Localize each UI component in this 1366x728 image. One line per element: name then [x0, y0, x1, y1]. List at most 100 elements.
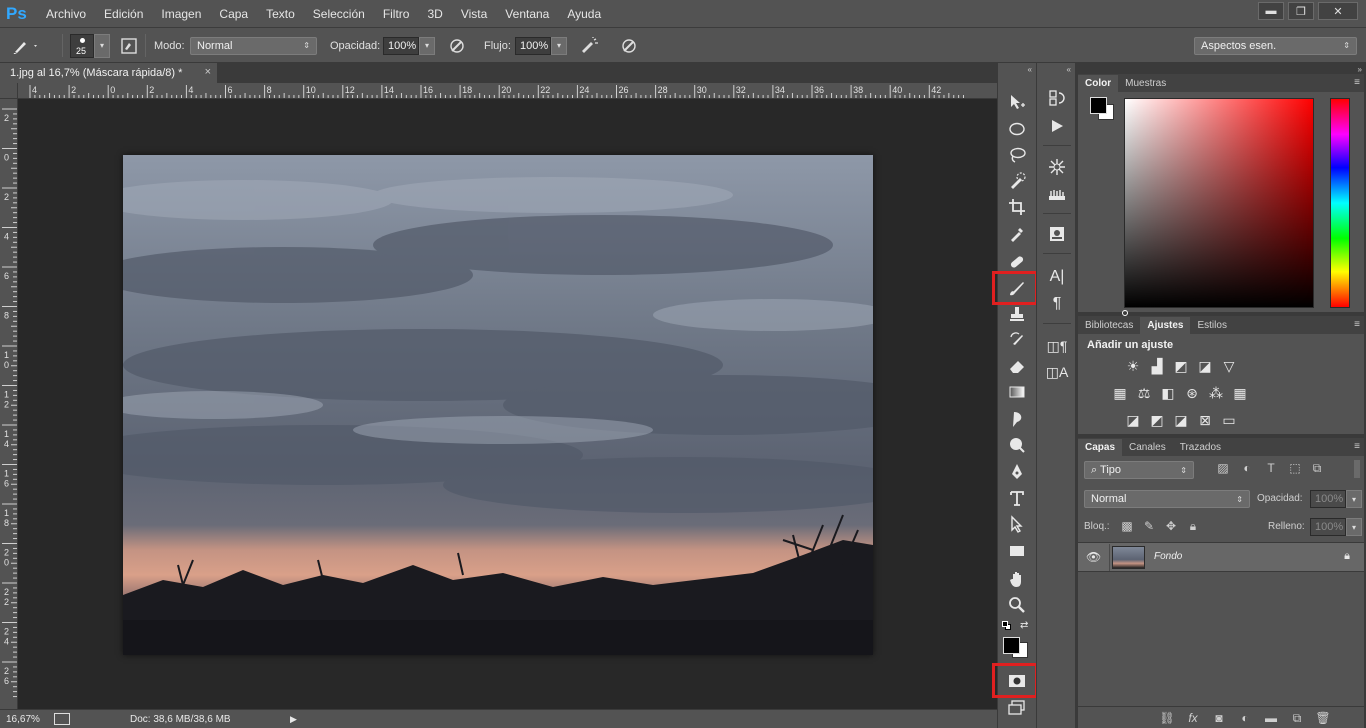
share-icon[interactable]: [54, 713, 70, 725]
dodge-tool[interactable]: [1005, 434, 1029, 456]
paragraph-panel-icon[interactable]: ¶: [1046, 293, 1068, 315]
tab-swatches[interactable]: Muestras: [1118, 75, 1173, 92]
menu-filtro[interactable]: Filtro: [374, 0, 419, 28]
channel-mixer-icon[interactable]: ⁂: [1207, 385, 1225, 401]
collapse-tools-icon[interactable]: «: [1028, 65, 1032, 74]
tab-color[interactable]: Color: [1078, 75, 1119, 92]
minimize-button[interactable]: ▬: [1258, 2, 1284, 20]
type-tool[interactable]: [1005, 487, 1029, 509]
layer-style-icon[interactable]: fx: [1184, 709, 1202, 727]
brush-size-picker[interactable]: 25 ▾: [70, 28, 110, 63]
new-group-icon[interactable]: ▬: [1262, 709, 1280, 727]
restore-button[interactable]: ❐: [1288, 2, 1314, 20]
fill-arrow[interactable]: ▾: [1346, 518, 1362, 536]
menu-vista[interactable]: Vista: [452, 0, 496, 28]
color-foreground-swatch[interactable]: [1090, 97, 1107, 114]
levels-icon[interactable]: ▟: [1148, 358, 1166, 374]
invert-icon[interactable]: ◪: [1124, 412, 1142, 428]
tab-paths[interactable]: Trazados: [1173, 439, 1228, 456]
paragraph-styles-icon[interactable]: ◫¶: [1046, 335, 1068, 357]
clone-source-icon[interactable]: [1046, 223, 1068, 245]
hand-tool[interactable]: [1005, 568, 1029, 590]
blur-tool[interactable]: [1005, 408, 1029, 430]
rectangle-tool[interactable]: [1005, 540, 1029, 562]
panel-menu-icon[interactable]: ≡: [1354, 441, 1360, 452]
clone-stamp-tool[interactable]: [1005, 303, 1029, 325]
zoom-level[interactable]: 16,67%: [6, 714, 46, 725]
opacity-dropdown[interactable]: ▾: [419, 36, 435, 55]
new-adjustment-icon[interactable]: ◐: [1236, 709, 1254, 727]
fill-input[interactable]: 100%: [1310, 518, 1346, 536]
menu-3d[interactable]: 3D: [418, 0, 451, 28]
brush-size-arrow[interactable]: ▾: [94, 33, 110, 58]
filter-smart-object-icon[interactable]: ⧉: [1308, 459, 1326, 477]
mode-select[interactable]: Normal ⇕: [190, 36, 317, 55]
tool-preset-picker[interactable]: [10, 28, 40, 63]
pressure-size-toggle[interactable]: [618, 28, 640, 63]
history-brush-tool[interactable]: [1005, 329, 1029, 351]
filter-shape-icon[interactable]: ⬚: [1286, 459, 1304, 477]
character-styles-icon[interactable]: ◫A: [1046, 361, 1069, 383]
posterize-icon[interactable]: ◩: [1148, 412, 1166, 428]
layer-row[interactable]: 👁︎ Fondo 🔒︎: [1078, 542, 1364, 572]
layer-filter-select[interactable]: ⌕ Tipo ⇕: [1084, 461, 1194, 479]
gradient-tool[interactable]: [1005, 381, 1029, 403]
status-menu-arrow-icon[interactable]: ▶: [290, 714, 297, 725]
brightness-icon[interactable]: ☀: [1124, 358, 1142, 374]
menu-edicion[interactable]: Edición: [95, 0, 152, 28]
workspace-select[interactable]: Aspectos esen. ⇕: [1194, 36, 1357, 55]
flow-dropdown[interactable]: ▾: [551, 36, 567, 55]
tab-channels[interactable]: Canales: [1122, 439, 1173, 456]
new-layer-icon[interactable]: ⧉: [1288, 709, 1306, 727]
menu-texto[interactable]: Texto: [257, 0, 304, 28]
tab-layers[interactable]: Capas: [1078, 439, 1123, 456]
healing-brush-tool[interactable]: [1005, 251, 1029, 273]
expand-dock-icon[interactable]: «: [1067, 65, 1071, 74]
close-window-button[interactable]: ✕: [1318, 2, 1358, 20]
brush-panel-toggle[interactable]: [118, 28, 140, 63]
document-tab[interactable]: 1.jpg al 16,7% (Máscara rápida/8) * ×: [0, 63, 217, 83]
actions-panel-icon[interactable]: [1046, 115, 1068, 137]
quick-selection-tool[interactable]: [1005, 170, 1029, 192]
lasso-tool[interactable]: [1005, 144, 1029, 166]
menu-seleccion[interactable]: Selección: [304, 0, 374, 28]
eraser-tool[interactable]: [1005, 355, 1029, 377]
history-panel-icon[interactable]: [1046, 87, 1068, 109]
lock-all-icon[interactable]: 🔒︎: [1184, 517, 1202, 535]
move-tool[interactable]: [1005, 91, 1029, 113]
delete-layer-icon[interactable]: 🗑︎: [1314, 709, 1332, 727]
zoom-tool[interactable]: [1005, 594, 1029, 616]
document-image[interactable]: [123, 155, 873, 655]
saturation-brightness-field[interactable]: [1124, 98, 1314, 308]
elliptical-marquee-tool[interactable]: [1005, 118, 1029, 140]
filter-pixel-icon[interactable]: ▨: [1214, 459, 1232, 477]
pressure-opacity-toggle[interactable]: [446, 28, 468, 63]
lock-transparent-icon[interactable]: ▩: [1118, 517, 1136, 535]
blend-mode-select[interactable]: Normal ⇕: [1084, 490, 1250, 508]
link-layers-icon[interactable]: ⛓: [1158, 709, 1176, 727]
opacity-input[interactable]: 100%: [383, 36, 419, 55]
panel-menu-icon[interactable]: ≡: [1354, 319, 1360, 330]
filter-type-icon[interactable]: T: [1262, 459, 1280, 477]
path-selection-tool[interactable]: [1005, 513, 1029, 535]
hue-slider[interactable]: [1330, 98, 1350, 308]
flow-input[interactable]: 100%: [515, 36, 551, 55]
pen-tool[interactable]: [1005, 461, 1029, 483]
color-balance-icon[interactable]: ⚖: [1135, 385, 1153, 401]
gradient-map-icon[interactable]: ▭: [1220, 412, 1238, 428]
brush-presets-icon[interactable]: [1046, 184, 1068, 206]
layer-opacity-input[interactable]: 100%: [1310, 490, 1346, 508]
panel-menu-icon[interactable]: ≡: [1354, 77, 1360, 88]
crop-tool[interactable]: [1005, 196, 1029, 218]
default-colors-icon[interactable]: [1002, 621, 1011, 630]
exposure-icon[interactable]: ◪: [1196, 358, 1214, 374]
threshold-icon[interactable]: ◪: [1172, 412, 1190, 428]
menu-archivo[interactable]: Archivo: [34, 0, 95, 28]
tab-libraries[interactable]: Bibliotecas: [1078, 317, 1140, 334]
layer-name[interactable]: Fondo: [1154, 551, 1182, 562]
add-mask-icon[interactable]: ◙: [1210, 709, 1228, 727]
collapse-panels-icon[interactable]: »: [1358, 65, 1362, 74]
selective-color-icon[interactable]: ⊠: [1196, 412, 1214, 428]
foreground-color-swatch[interactable]: [1003, 637, 1020, 654]
airbrush-toggle[interactable]: [578, 28, 600, 63]
